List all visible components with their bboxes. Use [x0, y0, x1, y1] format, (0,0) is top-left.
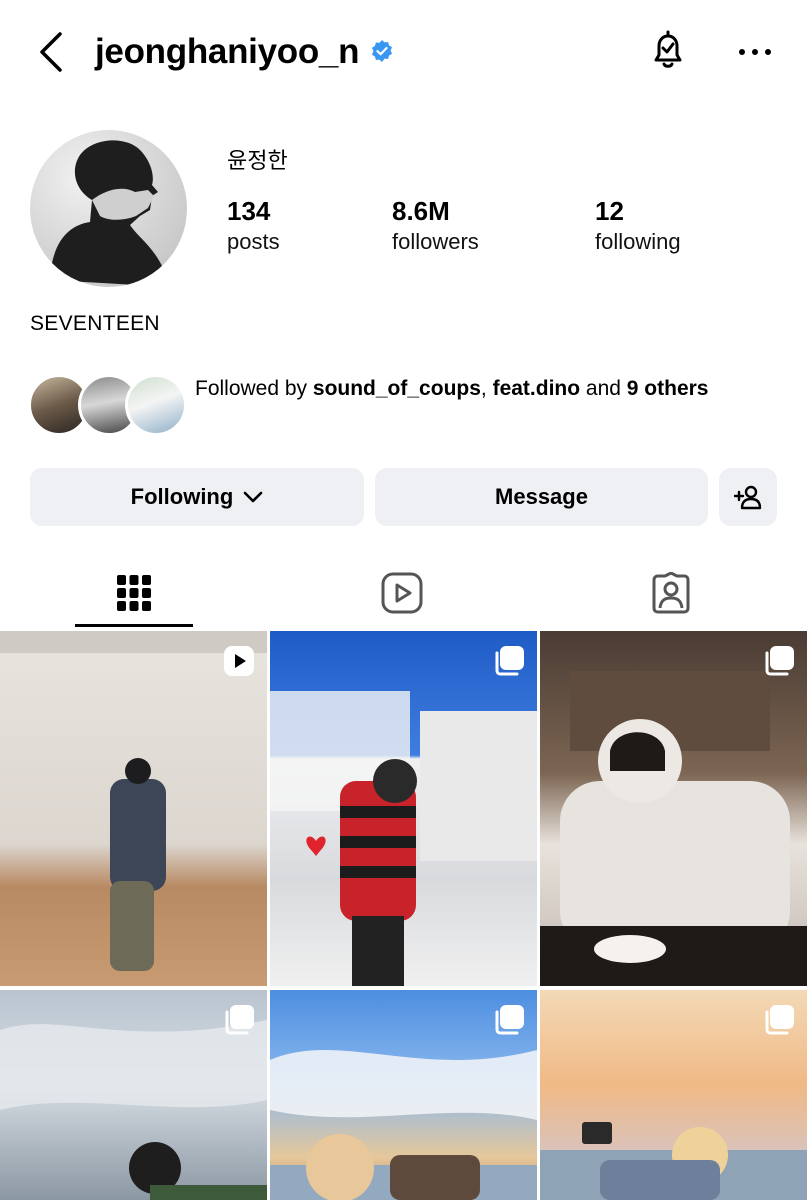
followed-by-prefix: Followed by — [195, 377, 313, 400]
notification-bell-icon[interactable] — [644, 26, 692, 74]
followed-by-and: and — [580, 377, 627, 400]
chevron-down-icon — [243, 490, 263, 504]
carousel-icon — [763, 1004, 795, 1036]
reel-icon — [223, 645, 255, 677]
more-dots-icon[interactable] — [735, 40, 775, 64]
followed-by-text[interactable]: Followed by sound_of_coups, feat.dino an… — [195, 373, 755, 404]
post-thumbnail[interactable] — [0, 990, 267, 1200]
mutual-followers-others-link[interactable]: 9 others — [627, 377, 709, 400]
post-thumbnail[interactable] — [540, 990, 807, 1200]
followed-by-separator: , — [480, 377, 493, 400]
post-thumbnail[interactable] — [270, 990, 537, 1200]
profile-username: jeonghaniyoo_n — [95, 32, 360, 71]
tab-reels[interactable] — [342, 562, 462, 624]
message-button[interactable]: Message — [375, 468, 708, 526]
post-thumbnail[interactable] — [270, 631, 537, 986]
posts-count[interactable]: 134 — [227, 196, 270, 226]
message-button-label: Message — [495, 484, 588, 509]
carousel-icon — [493, 1004, 525, 1036]
reels-icon — [381, 572, 423, 614]
back-chevron-icon[interactable] — [32, 28, 72, 76]
follower-avatar[interactable] — [125, 374, 187, 436]
carousel-icon — [223, 1004, 255, 1036]
following-button-label: Following — [130, 484, 234, 509]
add-person-icon — [733, 484, 763, 510]
posts-label[interactable]: posts — [227, 228, 280, 256]
display-name: 윤정한 — [227, 148, 288, 173]
following-count[interactable]: 12 — [595, 196, 624, 226]
carousel-icon — [493, 645, 525, 677]
mutual-follower-link[interactable]: feat.dino — [493, 377, 581, 400]
carousel-icon — [763, 645, 795, 677]
post-thumbnail[interactable] — [0, 631, 267, 986]
following-button[interactable]: Following — [30, 468, 364, 526]
grid-icon — [116, 573, 152, 613]
followers-label[interactable]: followers — [392, 228, 479, 256]
add-user-button[interactable] — [719, 468, 777, 526]
verified-badge-icon — [371, 40, 393, 62]
profile-avatar[interactable] — [30, 130, 187, 287]
post-thumbnail[interactable] — [540, 631, 807, 986]
tagged-person-icon — [650, 572, 692, 614]
followers-count[interactable]: 8.6M — [392, 196, 450, 226]
profile-bio: SEVENTEEN — [30, 312, 160, 335]
mutual-follower-link[interactable]: sound_of_coups — [313, 377, 481, 400]
tab-tagged[interactable] — [611, 562, 731, 624]
following-label[interactable]: following — [595, 228, 681, 256]
active-tab-indicator — [75, 624, 193, 627]
tab-posts-grid[interactable] — [75, 562, 193, 624]
